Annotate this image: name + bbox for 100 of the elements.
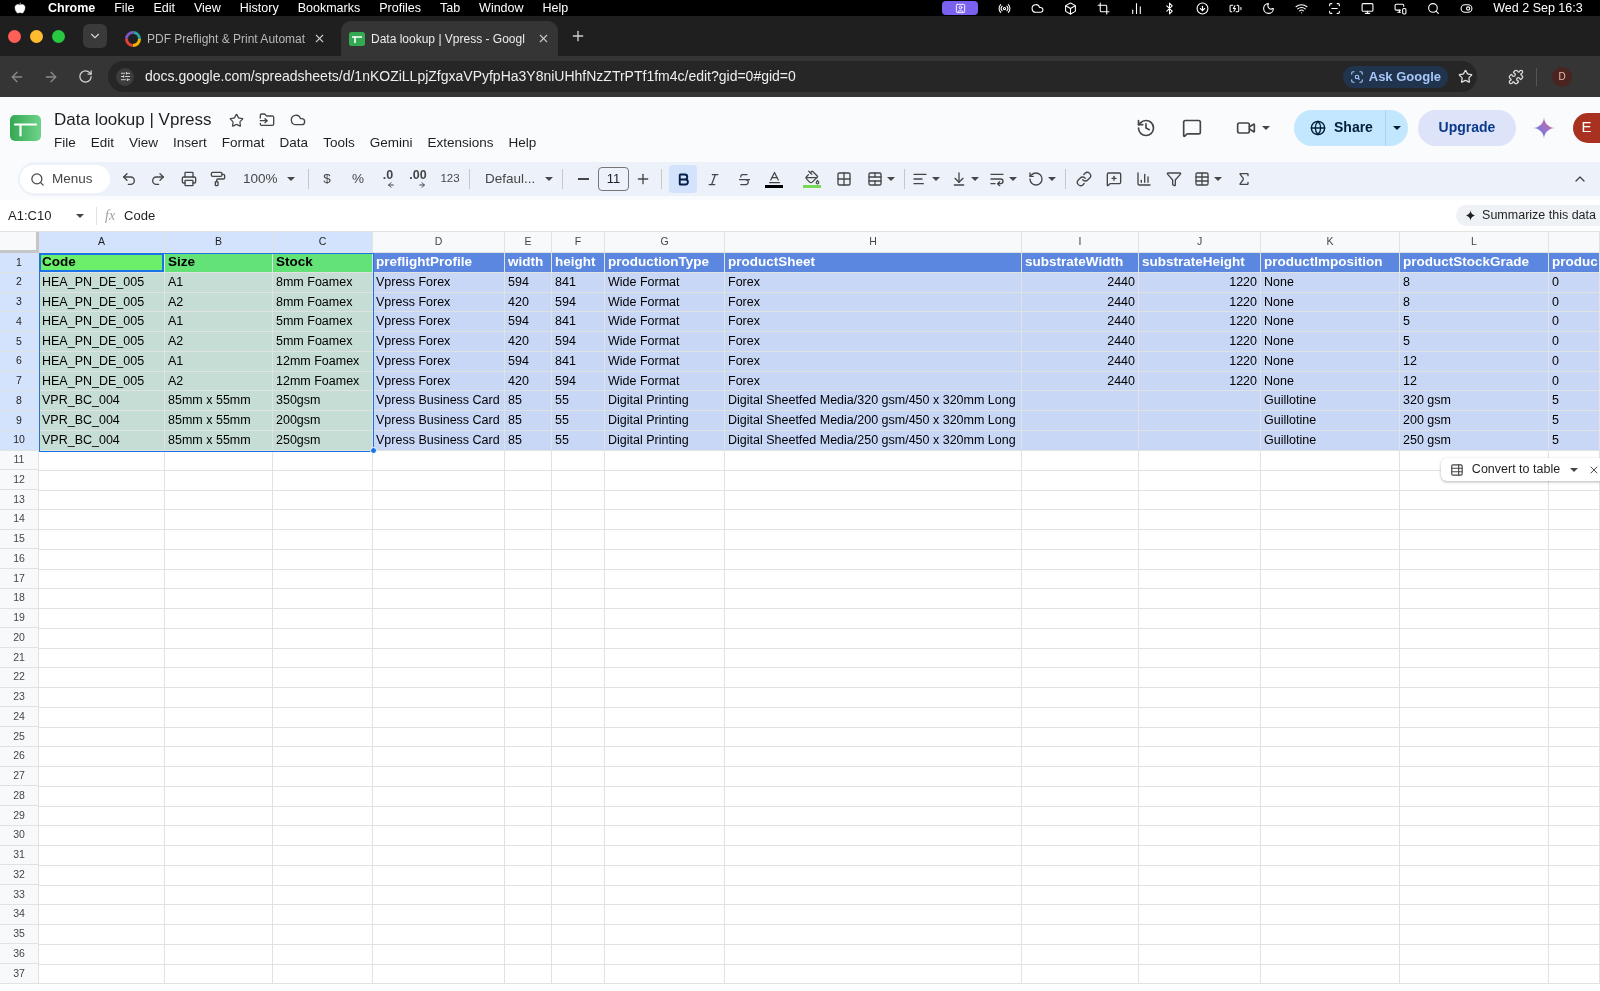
table-cell[interactable]: 8 — [1400, 272, 1549, 293]
row-number[interactable]: 29 — [0, 806, 39, 826]
table-cell[interactable]: Wide Format — [605, 312, 725, 332]
monitor-icon[interactable] — [1361, 1, 1375, 15]
formula-field[interactable]: Code — [124, 205, 156, 226]
window-minimize-button[interactable] — [30, 29, 43, 43]
table-cell[interactable]: Guillotine — [1261, 411, 1400, 431]
table-cell[interactable]: Vpress Forex — [373, 332, 505, 352]
table-cell[interactable]: HEA_PN_DE_005 — [39, 312, 165, 332]
column-header[interactable]: G — [605, 232, 725, 253]
browser-tab[interactable]: Data lookup | Vpress - Googl — [341, 21, 558, 56]
profile-avatar[interactable]: D — [1552, 66, 1572, 87]
share-button[interactable]: Share — [1294, 109, 1385, 146]
account-avatar[interactable]: E — [1573, 112, 1600, 143]
table-cell[interactable]: Forex — [725, 351, 1022, 372]
devices-icon[interactable] — [1394, 1, 1408, 15]
table-cell[interactable]: Wide Format — [605, 292, 725, 313]
row-number[interactable]: 23 — [0, 687, 39, 708]
row-number[interactable]: 22 — [0, 667, 39, 688]
column-header[interactable]: A — [39, 232, 165, 253]
table-cell[interactable]: None — [1261, 312, 1400, 332]
column-header[interactable]: B — [165, 232, 273, 253]
number-format-button[interactable]: 123 — [436, 165, 464, 193]
table-cell[interactable]: 5mm Foamex — [273, 332, 373, 352]
table-cell[interactable]: 12 — [1400, 371, 1549, 392]
table-cell[interactable]: Size — [165, 253, 273, 273]
menu-item[interactable]: Format — [221, 132, 265, 154]
row-number[interactable]: 11 — [0, 450, 39, 471]
table-cell[interactable]: 420 — [505, 332, 552, 352]
column-header[interactable]: H — [725, 232, 1022, 253]
document-title[interactable]: Data lookup | Vpress — [54, 107, 212, 133]
table-cell[interactable]: 2440 — [1022, 371, 1139, 392]
table-cell[interactable]: 0 — [1549, 351, 1600, 372]
app-menu[interactable]: Chrome — [48, 1, 96, 15]
table-cell[interactable]: 85mm x 55mm — [165, 430, 273, 451]
row-number[interactable]: 26 — [0, 746, 39, 767]
table-cell[interactable]: Vpress Business Card — [373, 411, 505, 431]
row-number[interactable]: 16 — [0, 549, 39, 569]
summarize-button[interactable]: Summarize this data — [1456, 205, 1600, 226]
user-card-icon[interactable] — [942, 1, 979, 15]
download-icon[interactable] — [1196, 1, 1210, 15]
upgrade-button[interactable]: Upgrade — [1418, 109, 1516, 146]
column-header[interactable]: E — [505, 232, 552, 253]
table-cell[interactable]: VPR_BC_004 — [39, 391, 165, 411]
table-cell[interactable]: 200gsm — [273, 411, 373, 431]
table-cell[interactable]: 5mm Foamex — [273, 312, 373, 332]
table-cell[interactable]: 250 gsm — [1400, 430, 1549, 451]
table-cell[interactable]: Guillotine — [1261, 430, 1400, 451]
column-header[interactable]: I — [1022, 232, 1139, 253]
table-cell[interactable]: Vpress Forex — [373, 312, 505, 332]
table-cell[interactable]: 55 — [552, 391, 605, 411]
column-header[interactable]: K — [1261, 232, 1400, 253]
table-cell[interactable]: 0 — [1549, 312, 1600, 332]
table-cell[interactable]: 1220 — [1139, 312, 1261, 332]
table-cell[interactable]: None — [1261, 272, 1400, 293]
table-cell[interactable]: Guillotine — [1261, 391, 1400, 411]
bookmark-star-icon[interactable] — [1458, 69, 1473, 84]
table-cell[interactable]: None — [1261, 371, 1400, 392]
table-cell[interactable]: None — [1261, 351, 1400, 372]
table-cell[interactable]: 8mm Foamex — [273, 292, 373, 313]
table-cell[interactable]: 420 — [505, 292, 552, 313]
table-cell[interactable]: 85 — [505, 411, 552, 431]
row-number[interactable]: 18 — [0, 588, 39, 609]
app-logo-icon[interactable] — [10, 114, 41, 141]
row-number[interactable]: 13 — [0, 490, 39, 510]
browser-tab[interactable]: PDF Preflight & Print Automat — [117, 21, 334, 56]
table-cell[interactable]: Forex — [725, 371, 1022, 392]
table-cell[interactable]: productSheet — [725, 253, 1022, 273]
row-number[interactable]: 37 — [0, 964, 39, 984]
row-number[interactable]: 3 — [0, 292, 39, 313]
menu-item[interactable]: View — [129, 132, 159, 154]
row-number[interactable]: 5 — [0, 332, 39, 352]
table-cell[interactable]: A1 — [165, 272, 273, 293]
table-cell[interactable]: 594 — [505, 312, 552, 332]
table-cell[interactable]: Wide Format — [605, 272, 725, 293]
row-number[interactable]: 6 — [0, 351, 39, 372]
table-cell[interactable]: 841 — [552, 312, 605, 332]
table-cell[interactable]: width — [505, 253, 552, 273]
row-number[interactable]: 10 — [0, 430, 39, 451]
menu-item[interactable]: Data — [279, 132, 309, 154]
table-cell[interactable]: 2440 — [1022, 272, 1139, 293]
table-cell[interactable]: 1220 — [1139, 332, 1261, 352]
menu-item[interactable]: Extensions — [427, 132, 494, 154]
cloud-icon[interactable] — [1031, 1, 1045, 15]
bold-button[interactable] — [669, 165, 697, 193]
row-number[interactable]: 25 — [0, 727, 39, 747]
scan-icon[interactable] — [1328, 1, 1342, 15]
table-cell[interactable]: 420 — [505, 371, 552, 392]
fill-handle[interactable] — [370, 446, 377, 454]
table-cell[interactable]: 320 gsm — [1400, 391, 1549, 411]
tab-search-button[interactable] — [83, 24, 107, 48]
increase-decimal-button[interactable]: .00 — [404, 165, 432, 193]
menu-item[interactable]: Help — [542, 1, 569, 15]
column-header[interactable]: J — [1139, 232, 1261, 253]
menu-item[interactable]: Edit — [153, 1, 175, 15]
menu-item[interactable]: Help — [508, 132, 537, 154]
table-cell[interactable]: Forex — [725, 272, 1022, 293]
table-cell[interactable]: 55 — [552, 411, 605, 431]
table-cell[interactable]: 2440 — [1022, 312, 1139, 332]
row-number[interactable]: 35 — [0, 924, 39, 945]
